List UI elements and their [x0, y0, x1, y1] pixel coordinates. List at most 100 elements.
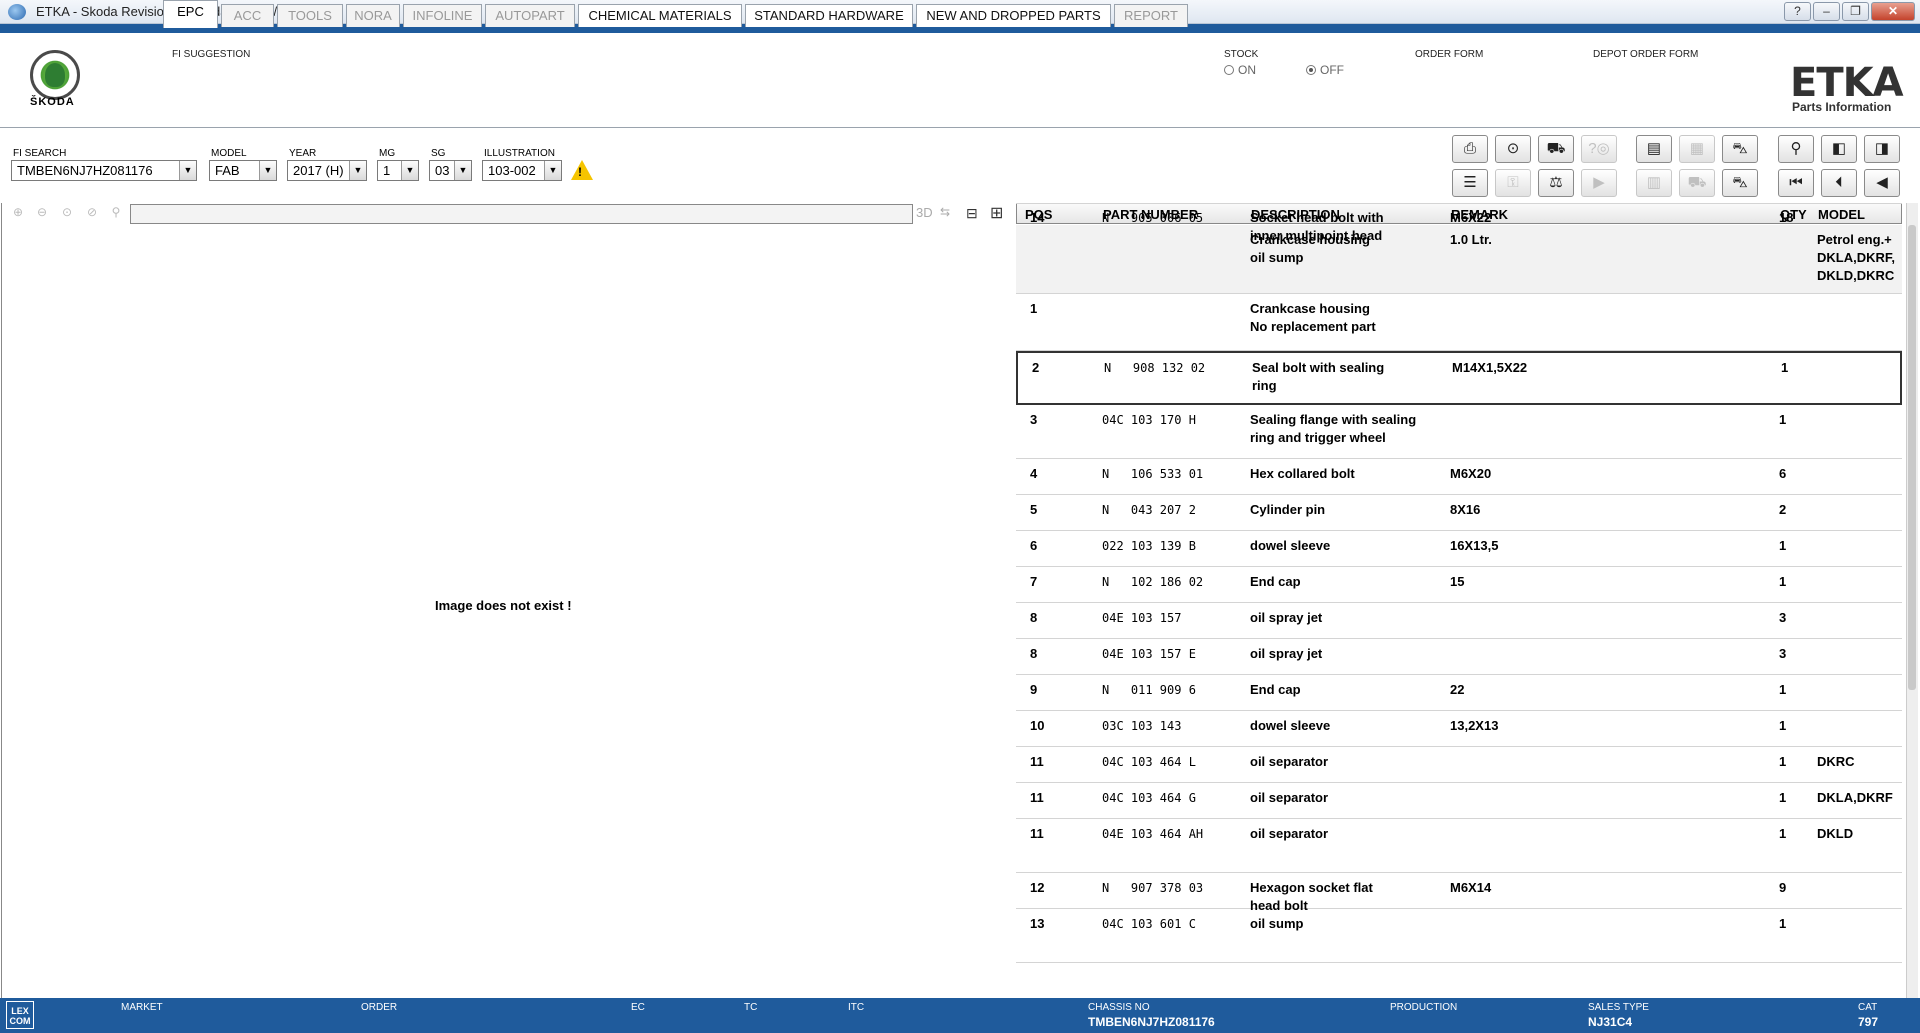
table-row[interactable]: 2 N 908 132 02 Seal bolt with sealing ring M…	[1016, 351, 1902, 405]
row-qty: 1	[1779, 538, 1787, 553]
table-row[interactable]: 8 04E 103 157 oil spray jet 3	[1016, 603, 1902, 639]
close-button[interactable]: ✕	[1871, 2, 1915, 21]
table-row[interactable]: 11 04E 103 464 AH oil separator 1 DKLD	[1016, 819, 1902, 873]
magnifier-icon[interactable]: ⊙	[1495, 135, 1531, 163]
print-icon[interactable]: ⎙	[1452, 135, 1488, 163]
row-qty: 9	[1779, 880, 1787, 895]
search-icon[interactable]: ⚲	[106, 205, 126, 223]
tab-standard-hardware[interactable]: STANDARD HARDWARE	[745, 4, 913, 27]
illustration-combo[interactable]: 103-002 ▼	[482, 160, 562, 181]
tab-nora[interactable]: NORA	[346, 4, 400, 27]
row-pos: 9	[1030, 682, 1038, 697]
table-row[interactable]: 13 04C 103 601 C oil sump 1	[1016, 909, 1902, 963]
pin-icon[interactable]: ⚲	[1778, 135, 1814, 163]
chevron-down-icon[interactable]: ▼	[179, 161, 196, 180]
depot-order-form-link[interactable]: DEPOT ORDER FORM	[1593, 49, 1698, 60]
help-button[interactable]: ?	[1784, 2, 1811, 21]
warning-icon[interactable]	[571, 160, 593, 180]
table-row[interactable]: 4 N 106 533 01 Hex collared bolt M6X20 6	[1016, 459, 1902, 495]
row-pos: 11	[1030, 754, 1044, 769]
table-row[interactable]: 1 Crankcase housing No replacement part	[1016, 294, 1902, 351]
search-parts-icon[interactable]: ?◎	[1581, 135, 1617, 163]
elsa-icon[interactable]: ▤	[1636, 135, 1672, 163]
page-left-icon[interactable]: ◧	[1821, 135, 1857, 163]
zoom-fit-icon[interactable]: ⊙	[57, 205, 77, 223]
table-row[interactable]: 6 022 103 139 B dowel sleeve 16X13,5 1	[1016, 531, 1902, 567]
compare-icon[interactable]: ▥	[1636, 169, 1672, 197]
model-value: FAB	[215, 163, 240, 178]
row-remark: M6X22	[1450, 210, 1492, 225]
row-description-line: ring	[1252, 378, 1277, 393]
page-right-icon[interactable]: ◨	[1864, 135, 1900, 163]
previous-icon[interactable]: ⏴	[1821, 169, 1857, 197]
table-row[interactable]: 8 04E 103 157 E oil spray jet 3	[1016, 639, 1902, 675]
tab-report[interactable]: REPORT	[1114, 4, 1188, 27]
table-row[interactable]: 3 04C 103 170 H Sealing flange with sealin…	[1016, 405, 1902, 459]
chevron-down-icon[interactable]: ▼	[259, 161, 276, 180]
tab-tools[interactable]: TOOLS	[277, 4, 343, 27]
cat-value: 797	[1858, 1015, 1879, 1029]
year-combo[interactable]: 2017 (H) ▼	[287, 160, 367, 181]
table-row[interactable]: 7 N 102 186 02 End cap 15 1	[1016, 567, 1902, 603]
tab-acc[interactable]: ACC	[221, 4, 274, 27]
key-icon[interactable]: ⚿	[1495, 169, 1531, 197]
scale-icon[interactable]: ⚖	[1538, 169, 1574, 197]
vehicle-icon[interactable]: ⛟	[1679, 169, 1715, 197]
tc-label: TC	[744, 1002, 758, 1013]
table-row[interactable]: 9 N 011 909 6 End cap 22 1	[1016, 675, 1902, 711]
first-page-icon[interactable]: ⏮	[1778, 169, 1814, 197]
3d-button[interactable]: 3D	[916, 205, 933, 220]
table-row[interactable]: 12 N 907 378 03 Hexagon socket flat head bo…	[1016, 873, 1902, 913]
link-icon[interactable]: ⇆	[940, 205, 950, 219]
cart-icon[interactable]: ⛍	[1722, 169, 1758, 197]
row-pos: 12	[1030, 880, 1045, 895]
row-remark: M6X20	[1450, 466, 1492, 481]
chevron-down-icon[interactable]: ▼	[454, 161, 471, 180]
zoom-area-icon[interactable]: ⊘	[82, 205, 102, 223]
car-icon[interactable]: ⛟	[1538, 135, 1574, 163]
chevron-down-icon[interactable]: ▼	[544, 161, 561, 180]
image-search-input[interactable]	[130, 204, 913, 224]
expand-icon[interactable]: ⊞	[990, 203, 1003, 223]
cat-label: CAT	[1858, 1002, 1878, 1013]
table-row[interactable]: 11 04C 103 464 L oil separator 1 DKRC	[1016, 747, 1902, 783]
table-scrollbar-thumb[interactable]	[1908, 225, 1916, 690]
zoom-out-icon[interactable]: ⊖	[32, 205, 52, 223]
row-model: DKLA,DKRF	[1817, 790, 1893, 805]
restore-button[interactable]: ❐	[1842, 2, 1869, 21]
back-icon[interactable]: ◀	[1864, 169, 1900, 197]
sg-combo[interactable]: 03 ▼	[429, 160, 472, 181]
row-qty: 3	[1779, 646, 1787, 661]
table-row[interactable]: 5 N 043 207 2 Cylinder pin 8X16 2	[1016, 495, 1902, 531]
tab-new-and-dropped-parts[interactable]: NEW AND DROPPED PARTS	[916, 4, 1111, 27]
col-model[interactable]: MODEL	[1818, 207, 1865, 222]
list-icon[interactable]: ☰	[1452, 169, 1488, 197]
play-icon[interactable]: ▶	[1581, 169, 1617, 197]
row-part-number: N 106 533 01	[1102, 467, 1204, 481]
stock-off-radio[interactable]: OFF	[1306, 63, 1344, 77]
order-form-link[interactable]: ORDER FORM	[1415, 49, 1483, 60]
row-qty: 1	[1779, 412, 1787, 427]
cart-add-icon[interactable]: ⛍	[1722, 135, 1758, 163]
tab-chemical-materials[interactable]: CHEMICAL MATERIALS	[578, 4, 742, 27]
group-model-line: DKLD,DKRC	[1817, 268, 1895, 283]
stock-on-radio[interactable]: ON	[1224, 63, 1256, 77]
table-row[interactable]: 10 03C 103 143 dowel sleeve 13,2X13 1	[1016, 711, 1902, 747]
tab-infoline[interactable]: INFOLINE	[403, 4, 482, 27]
minimize-button[interactable]: –	[1813, 2, 1840, 21]
depot-icon[interactable]: ▦	[1679, 135, 1715, 163]
zoom-in-icon[interactable]: ⊕	[8, 205, 28, 223]
fi-search-combo[interactable]: TMBEN6NJ7HZ081176 ▼	[11, 160, 197, 181]
tab-autopart[interactable]: AUTOPART	[485, 4, 575, 27]
split-view-icon[interactable]: ⊟	[966, 205, 978, 222]
table-row[interactable]: 11 04C 103 464 G oil separator 1 DKLA,DKRF	[1016, 783, 1902, 819]
chevron-down-icon[interactable]: ▼	[349, 161, 366, 180]
table-row[interactable]: 14 N 905 006 05 Socket head bolt with inner…	[1016, 203, 1902, 243]
mg-value: 1	[383, 163, 391, 178]
tab-epc[interactable]: EPC	[163, 0, 218, 28]
chevron-down-icon[interactable]: ▼	[401, 161, 418, 180]
row-model: DKLD	[1817, 826, 1854, 841]
model-combo[interactable]: FAB ▼	[209, 160, 277, 181]
mg-combo[interactable]: 1 ▼	[377, 160, 419, 181]
table-group-row[interactable]: Crankcase housing oil sump 1.0 Ltr. Petrol …	[1016, 225, 1902, 294]
